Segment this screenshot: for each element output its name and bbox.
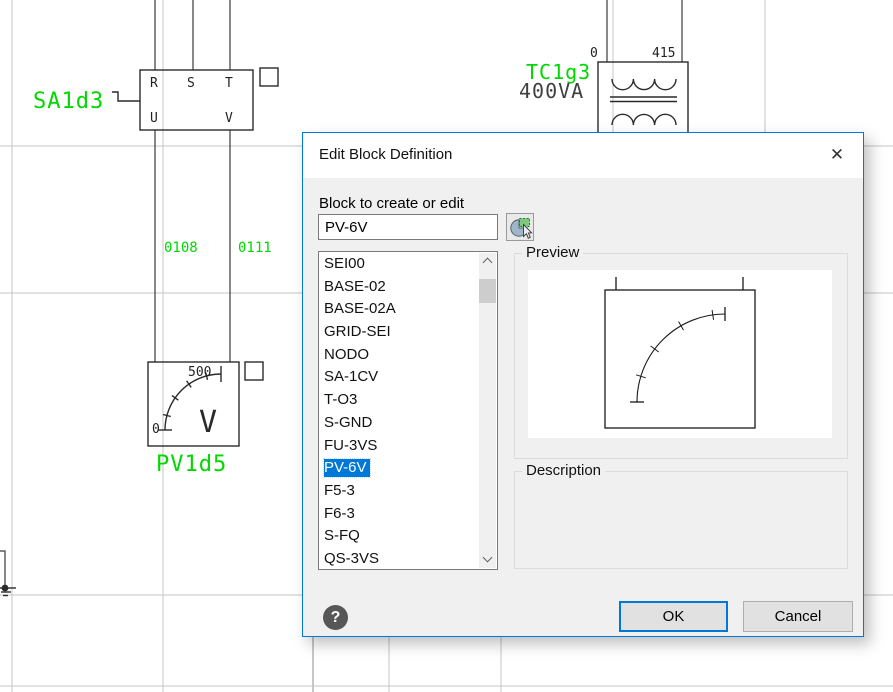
- wire-number-0108: 0108: [164, 240, 198, 256]
- list-item[interactable]: T-O3: [319, 389, 480, 412]
- application-window: R S T U V SA1d3 0 415 TC1g3 400VA 0108 0…: [0, 0, 893, 692]
- block-list[interactable]: SEI00 BASE-02 BASE-02A GRID-SEI NODO SA-…: [318, 251, 498, 570]
- list-item[interactable]: GRID-SEI: [319, 321, 480, 344]
- pin-label-t: T: [225, 76, 233, 91]
- scrollbar-down-button[interactable]: [479, 551, 496, 568]
- transformer-symbol: 0 415 TC1g3 400VA: [519, 46, 688, 137]
- edit-block-definition-dialog: Edit Block Definition ✕ Block to create …: [302, 132, 864, 637]
- select-object-pick-icon: [507, 214, 533, 240]
- meter-unit: V: [199, 405, 217, 440]
- list-scrollbar[interactable]: [479, 253, 496, 568]
- close-icon[interactable]: ✕: [826, 144, 848, 166]
- pin-label-u: U: [150, 111, 158, 126]
- pin-label-r: R: [150, 76, 158, 91]
- meter-scale-max: 500: [188, 365, 211, 380]
- contactor-symbol: R S T U V SA1d3: [33, 68, 278, 130]
- help-icon[interactable]: ?: [323, 605, 348, 630]
- ground-symbol: [0, 551, 16, 596]
- pin-label-s: S: [187, 76, 195, 91]
- list-item[interactable]: BASE-02: [319, 276, 480, 299]
- list-item[interactable]: SA-1CV: [319, 366, 480, 389]
- cancel-button[interactable]: Cancel: [743, 601, 853, 632]
- transformer-rating: 400VA: [519, 79, 584, 103]
- list-item[interactable]: S-GND: [319, 412, 480, 435]
- scrollbar-up-button[interactable]: [479, 253, 496, 270]
- pick-block-button[interactable]: [506, 213, 534, 241]
- voltmeter-symbol: 500 0 V PV1d5: [148, 362, 263, 477]
- scrollbar-thumb[interactable]: [479, 279, 496, 303]
- pin-label-v: V: [225, 111, 233, 126]
- list-item[interactable]: F6-3: [319, 503, 480, 526]
- contactor-tag: SA1d3: [33, 89, 104, 114]
- wire-number-0111: 0111: [238, 240, 272, 256]
- list-item[interactable]: S-FQ: [319, 525, 480, 548]
- description-label: Description: [522, 462, 605, 479]
- transformer-tap-0: 0: [590, 46, 598, 61]
- dialog-title: Edit Block Definition: [319, 146, 452, 163]
- dialog-titlebar[interactable]: Edit Block Definition ✕: [303, 133, 863, 178]
- list-item[interactable]: FU-3VS: [319, 435, 480, 458]
- list-item[interactable]: NODO: [319, 344, 480, 367]
- ok-button[interactable]: OK: [619, 601, 728, 632]
- list-item[interactable]: QS-3VS: [319, 548, 480, 570]
- transformer-tap-415: 415: [652, 46, 675, 61]
- list-item-selected[interactable]: PV-6V: [319, 457, 480, 480]
- list-item[interactable]: SEI00: [319, 253, 480, 276]
- meter-scale-min: 0: [152, 422, 160, 437]
- block-name-label: Block to create or edit: [319, 195, 464, 212]
- chevron-up-icon: [483, 258, 493, 268]
- list-item[interactable]: BASE-02A: [319, 298, 480, 321]
- block-name-input[interactable]: [318, 214, 498, 240]
- preview-group: Preview: [514, 253, 848, 459]
- preview-label: Preview: [522, 244, 583, 261]
- description-group: Description: [514, 471, 848, 569]
- chevron-down-icon: [483, 553, 493, 563]
- voltmeter-tag: PV1d5: [156, 452, 227, 477]
- list-item[interactable]: F5-3: [319, 480, 480, 503]
- block-preview-image: [528, 270, 832, 438]
